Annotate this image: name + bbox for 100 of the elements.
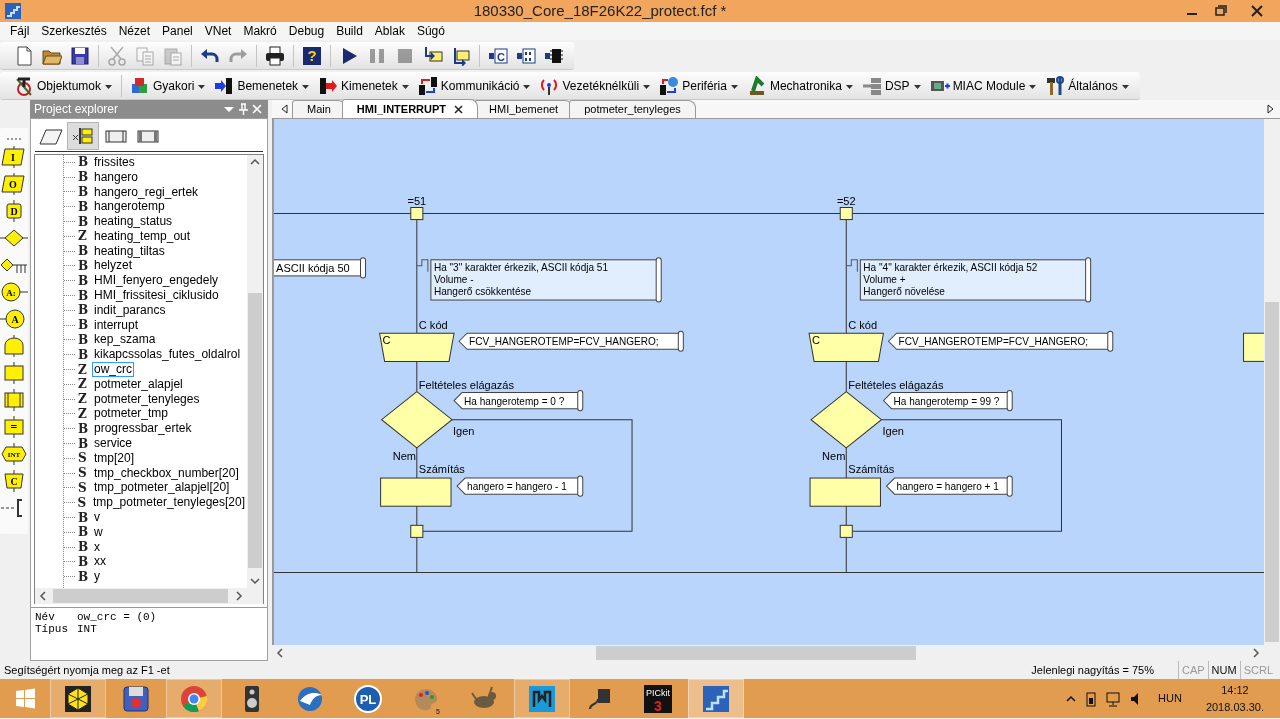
tree-item[interactable]: kep_szama [92,332,158,348]
tree-item[interactable]: tmp_checkbox_number[20] [92,465,241,481]
tree-item[interactable]: tmp[20] [92,450,137,466]
tree-item[interactable]: tmp_potmeter_tenyleges[20] [90,495,247,511]
menu-item[interactable]: Szerkesztés [35,22,113,40]
step-over-icon[interactable] [451,45,471,66]
menu-item[interactable]: VNet [198,22,238,40]
language-indicator[interactable]: HUN [1158,690,1182,707]
file-icon[interactable] [14,45,34,66]
calculation-shape[interactable] [380,477,452,507]
tree-item[interactable]: frissites [92,155,137,170]
tree-item[interactable]: v [92,510,102,526]
tree-item[interactable]: indit_parancs [92,302,168,318]
scrollbar[interactable] [35,588,263,604]
tree-item[interactable]: potmeter_alapjel [92,376,185,392]
comment-box[interactable] [882,390,1013,412]
printer-icon[interactable] [265,45,285,66]
menu-item[interactable]: Ablak [368,22,411,40]
chevron-up-icon[interactable] [1066,693,1077,704]
tree-item[interactable]: kikapcssolas_futes_oldalrol [92,347,243,363]
comment-box[interactable] [887,330,1114,352]
comment-box[interactable] [885,475,1013,497]
dropdown-button[interactable]: Gyakori [126,72,211,99]
tree-item[interactable]: potmeter_tmp [92,406,171,422]
tree-item[interactable]: x [92,539,102,555]
comment-box[interactable] [453,390,584,412]
network-icon[interactable] [1106,690,1123,707]
dropdown-button[interactable]: Kimenetek [314,72,414,99]
pin-icon[interactable] [236,103,250,115]
dropdown-button[interactable]: Mechatronika [742,72,858,99]
taskbar-button[interactable]: PL [340,679,396,718]
help-icon[interactable]: ? [302,45,322,66]
clock[interactable]: 14:12 2018.03.30. [1205,682,1264,715]
scrollbar[interactable] [247,155,263,588]
dropdown-button[interactable]: Bemenetek [210,72,315,99]
tree-item[interactable]: hangero [92,169,141,185]
tree-item[interactable]: xx [92,554,108,570]
code-shape[interactable] [379,332,455,362]
tree-item[interactable]: heating_temp_out [92,228,193,244]
connection-point[interactable] [839,524,853,538]
close-icon[interactable] [454,104,464,114]
comment-line: Hangerő csökkentése [433,286,532,297]
code-shape[interactable] [808,332,885,362]
editor-tab[interactable]: HMI_INTERRUPT [341,99,479,118]
dropdown-button[interactable]: Periféria [655,72,743,99]
dropdown-button[interactable]: Kommunikáció [413,72,536,99]
tree-item[interactable]: HMI_frissitesi_ciklusido [92,288,221,304]
scroll-thumb[interactable] [1265,302,1279,642]
menu-item[interactable]: Panel [156,22,199,40]
dropdown-button[interactable]: Objektumok [10,72,118,99]
tree-item[interactable]: potmeter_tenyleges [92,391,202,407]
tree-item[interactable]: interrupt [92,317,141,333]
comment-box[interactable] [845,257,1092,303]
tree-item[interactable]: HMI_fenyero_engedely [92,273,221,289]
menu-item[interactable]: Súgó [410,22,451,40]
taskbar-button[interactable] [514,679,570,718]
dropdown-button[interactable]: Vezetéknélküli [535,72,656,99]
connection-point[interactable] [839,207,853,221]
tree-item[interactable]: heating_status [92,214,175,230]
tree-item[interactable]: service [92,436,134,452]
taskbar-button[interactable] [50,679,106,718]
taskbar-button[interactable]: PICkit 3 [630,679,686,718]
decision-shape[interactable] [810,390,883,449]
tree-item[interactable]: heating_tiltas [92,243,167,259]
comment-box[interactable] [456,475,584,497]
dropdown-button[interactable]: Általános [1041,72,1134,99]
menu-item[interactable]: Build [330,22,369,40]
calculation-shape[interactable] [809,477,881,507]
tree-item[interactable]: progressbar_ertek [92,421,194,437]
tree-item[interactable]: helyzet [92,258,135,274]
tree-item[interactable]: hangerotemp [92,199,167,215]
decision-shape-icon[interactable] [0,227,28,249]
connection-point[interactable] [410,207,424,221]
tree-item[interactable]: hangero_regi_ertek [92,184,201,200]
comment-text: Ha hangerotemp = 99 ? [893,395,1000,407]
scroll-thumb[interactable] [596,646,916,660]
scroll-thumb[interactable] [248,293,262,568]
tree-item[interactable]: ow_crc [92,362,134,378]
dropdown-button[interactable]: DSP [857,72,926,99]
input-shape-icon[interactable]: I [0,146,28,168]
tree-item[interactable]: w [92,524,105,540]
decision-shape[interactable] [380,390,453,449]
menu-item[interactable]: Debug [282,22,331,40]
panel-tab[interactable] [67,122,99,150]
scroll-thumb[interactable] [53,589,228,603]
dropdown-button[interactable]: MIAC Module [925,72,1042,99]
chip-icon[interactable] [516,45,536,66]
comment-box[interactable] [274,257,367,279]
comment-box[interactable] [416,257,662,303]
output-shape-icon[interactable]: O [0,173,28,195]
menu-item[interactable]: Fájl [4,22,36,40]
connection-point[interactable] [410,524,424,538]
comment-box[interactable] [458,330,684,352]
battery-icon[interactable] [1084,690,1099,707]
tree-item[interactable]: y [92,569,102,585]
menu-item[interactable]: Nézet [112,22,157,40]
tree-item[interactable]: tmp_potmeter_alapjel[20] [92,480,232,496]
menu-item[interactable]: Makró [237,22,283,40]
editor-tab[interactable]: potmeter_tenyleges [569,100,696,118]
floppy-icon[interactable] [70,45,90,66]
